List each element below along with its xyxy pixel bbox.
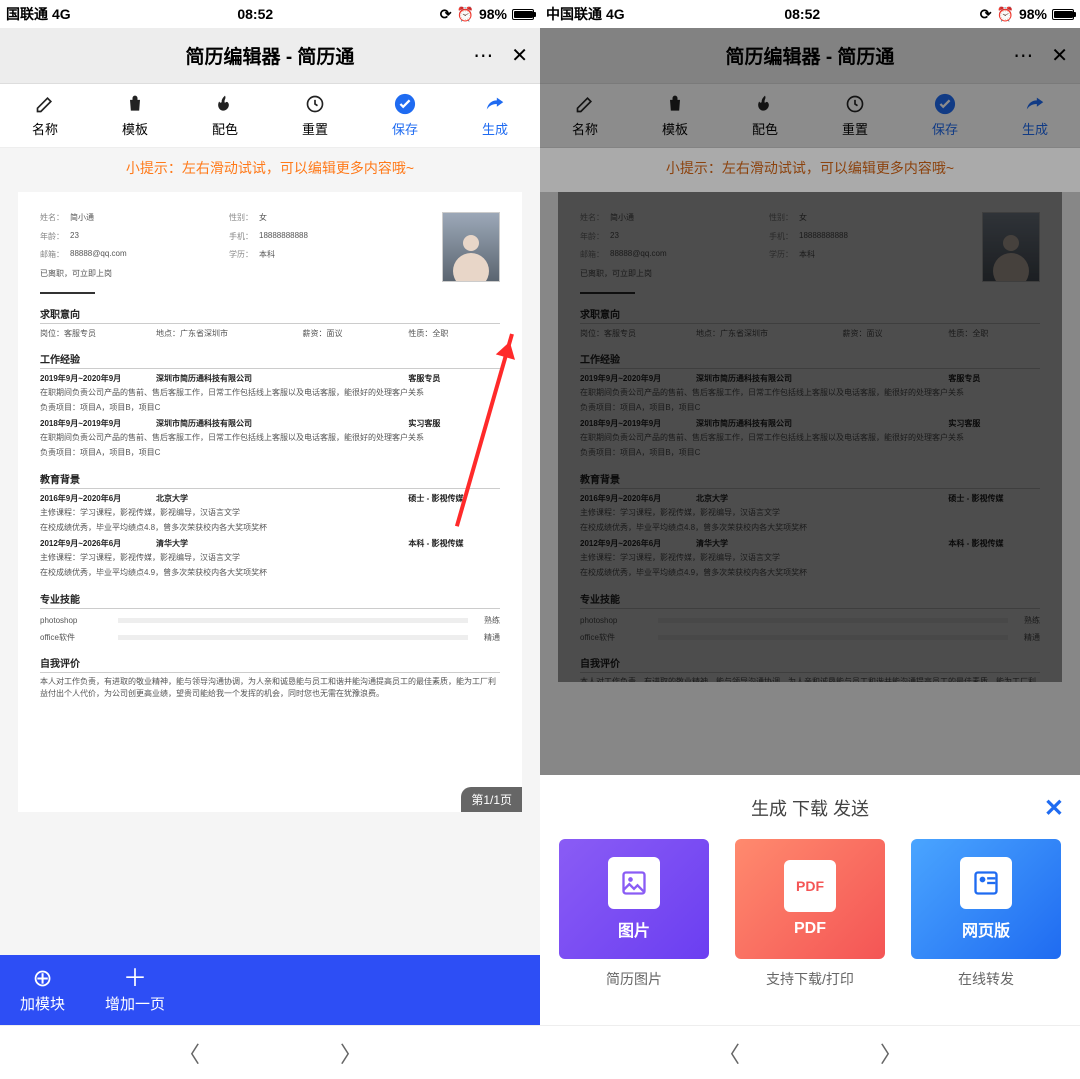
prev-icon[interactable]: 〈: [718, 1037, 740, 1069]
page-title: 简历编辑器 - 简历通: [186, 42, 355, 69]
clock-icon: [844, 93, 866, 115]
close-icon[interactable]: ✕: [1051, 43, 1068, 68]
web-icon: [960, 857, 1012, 909]
page-indicator: 第1/1页: [461, 787, 522, 812]
clock-icon: [304, 93, 326, 115]
lock-icon: ⟳: [440, 6, 452, 23]
toolbar-clock[interactable]: 重置: [810, 84, 900, 147]
bag-icon: [124, 93, 146, 115]
export-sheet: 生成 下载 发送 ✕ 图片简历图片PDFPDF支持下载/打印网页版在线转发: [540, 775, 1080, 1025]
next-icon[interactable]: 〉: [340, 1037, 362, 1069]
flame-icon: [754, 93, 776, 115]
screen-right: 中国联通 4G 08:52 ⟳ ⏰ 98% 简历编辑器 - 简历通 ⋯ ✕ 名称…: [540, 0, 1080, 1025]
app-header: 简历编辑器 - 简历通 ⋯ ✕: [0, 28, 540, 84]
network: 4G: [52, 6, 71, 22]
more-icon[interactable]: ⋯: [473, 43, 493, 68]
battery-icon: [1052, 9, 1074, 20]
plus-circle-icon: ⊕: [32, 967, 52, 991]
toolbar: 名称模板配色重置保存生成: [540, 84, 1080, 148]
alarm-icon: ⏰: [457, 6, 474, 23]
share-icon: [484, 93, 506, 115]
carrier: 国联通: [6, 4, 48, 24]
bottom-action-bar: ⊕ 加模块 ＋ 增加一页: [0, 955, 540, 1025]
hint-text: 小提示：左右滑动试试，可以编辑更多内容哦~: [0, 148, 540, 192]
prev-icon[interactable]: 〈: [178, 1037, 200, 1069]
toolbar-share[interactable]: 生成: [990, 84, 1080, 147]
close-icon[interactable]: ✕: [511, 43, 528, 68]
resume-document: 姓名：简小通性别：女年龄：23手机：18888888888邮箱：88888@qq…: [558, 192, 1062, 682]
share-icon: [1024, 93, 1046, 115]
network: 4G: [606, 6, 625, 22]
toolbar-bag[interactable]: 模板: [630, 84, 720, 147]
img-icon: [608, 857, 660, 909]
bottom-pager: 〈 〉: [540, 1025, 1080, 1079]
export-card-img[interactable]: 图片简历图片: [559, 839, 709, 989]
add-block-button[interactable]: ⊕ 加模块: [20, 967, 65, 1014]
check-icon: [394, 93, 416, 115]
status-bar: 国联通 4G 08:52 ⟳ ⏰ 98%: [0, 0, 540, 28]
edit-icon: [574, 93, 596, 115]
resume-canvas[interactable]: 姓名：简小通性别：女年龄：23手机：18888888888邮箱：88888@qq…: [0, 192, 540, 1025]
add-page-button[interactable]: ＋ 增加一页: [105, 967, 165, 1014]
toolbar-check[interactable]: 保存: [360, 84, 450, 147]
edit-icon: [34, 93, 56, 115]
sheet-close-button[interactable]: ✕: [1044, 794, 1064, 823]
status-bar: 中国联通 4G 08:52 ⟳ ⏰ 98%: [540, 0, 1080, 28]
toolbar: 名称模板配色重置保存生成: [0, 84, 540, 148]
toolbar-edit[interactable]: 名称: [0, 84, 90, 147]
clock: 08:52: [237, 6, 273, 22]
avatar-photo: [442, 212, 500, 282]
more-icon[interactable]: ⋯: [1013, 43, 1033, 68]
page-title: 简历编辑器 - 简历通: [726, 42, 895, 69]
toolbar-share[interactable]: 生成: [450, 84, 540, 147]
toolbar-bag[interactable]: 模板: [90, 84, 180, 147]
alarm-icon: ⏰: [997, 6, 1014, 23]
toolbar-flame[interactable]: 配色: [720, 84, 810, 147]
flame-icon: [214, 93, 236, 115]
app-header: 简历编辑器 - 简历通 ⋯ ✕: [540, 28, 1080, 84]
plus-icon: ＋: [123, 967, 147, 991]
export-card-web[interactable]: 网页版在线转发: [911, 839, 1061, 989]
pdf-icon: PDF: [784, 860, 836, 912]
avatar-photo: [982, 212, 1040, 282]
battery-pct: 98%: [479, 6, 507, 22]
bag-icon: [664, 93, 686, 115]
sheet-title: 生成 下载 发送: [751, 795, 869, 821]
resume-document[interactable]: 姓名：简小通性别：女年龄：23手机：18888888888邮箱：88888@qq…: [18, 192, 522, 812]
screen-left: 国联通 4G 08:52 ⟳ ⏰ 98% 简历编辑器 - 简历通 ⋯ ✕ 名称模…: [0, 0, 540, 1025]
toolbar-edit[interactable]: 名称: [540, 84, 630, 147]
carrier: 中国联通: [546, 4, 602, 24]
export-card-pdf[interactable]: PDFPDF支持下载/打印: [735, 839, 885, 989]
next-icon[interactable]: 〉: [880, 1037, 902, 1069]
lock-icon: ⟳: [980, 6, 992, 23]
clock: 08:52: [784, 6, 820, 22]
toolbar-clock[interactable]: 重置: [270, 84, 360, 147]
hint-text: 小提示：左右滑动试试，可以编辑更多内容哦~: [540, 148, 1080, 192]
battery-icon: [512, 9, 534, 20]
toolbar-flame[interactable]: 配色: [180, 84, 270, 147]
battery-pct: 98%: [1019, 6, 1047, 22]
toolbar-check[interactable]: 保存: [900, 84, 990, 147]
check-icon: [934, 93, 956, 115]
bottom-pager: 〈 〉: [0, 1025, 540, 1079]
